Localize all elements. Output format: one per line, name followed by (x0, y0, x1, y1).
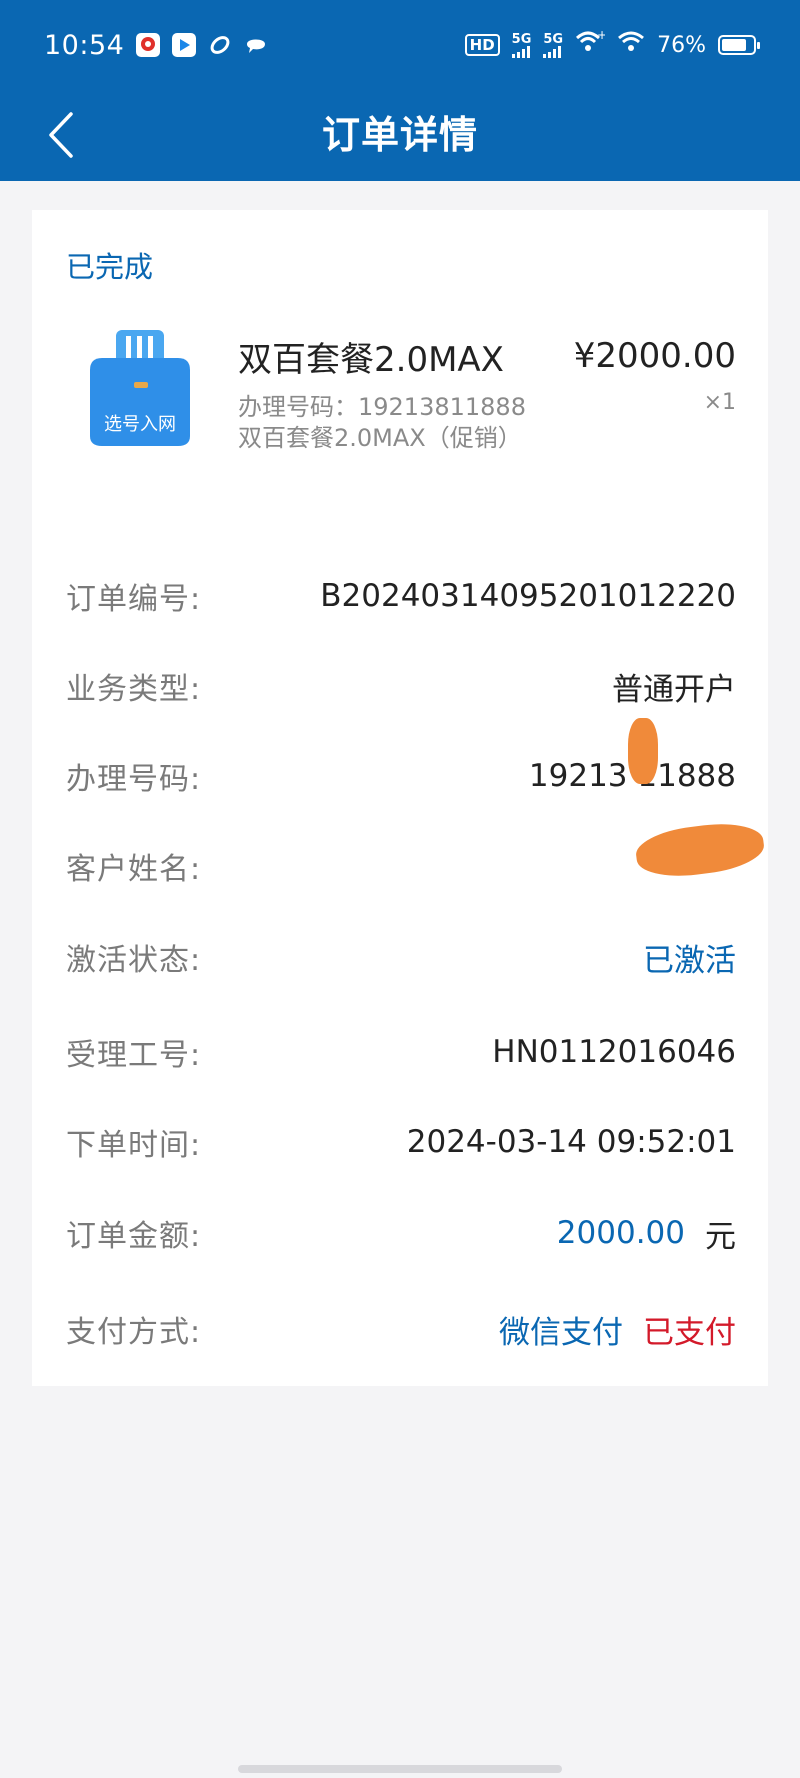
product-price: ¥2000.00 (573, 336, 736, 376)
detail-label: 订单编号: (66, 582, 202, 617)
signal-5g-icon-1: 5G (511, 33, 531, 58)
video-app-icon (172, 33, 197, 57)
wifi-plus-icon: + (575, 28, 607, 60)
detail-label: 下单时间: (66, 1128, 202, 1163)
detail-row-order-amount: 订单金额: 2000.00 元 (66, 1208, 736, 1258)
detail-label: 办理号码: (66, 762, 202, 797)
message-app-icon (244, 33, 268, 57)
currency-unit: 元 (705, 1218, 736, 1255)
payment-info: 微信支付 已支付 (499, 1307, 736, 1352)
detail-label: 客户姓名: (66, 852, 202, 887)
signal-5g-icon-2: 5G (543, 33, 563, 58)
detail-row-payment-method: 支付方式: 微信支付 已支付 (66, 1304, 736, 1354)
staff-id-value: HN0112016046 (492, 1034, 736, 1070)
order-time-value: 2024-03-14 09:52:01 (406, 1124, 736, 1160)
product-number: 办理号码：19213811888 (238, 393, 526, 421)
wifi-icon (617, 30, 645, 60)
sim-card-icon: 选号入网 (70, 318, 210, 458)
phone-number-value: 19213 11888 (528, 758, 736, 794)
app-header: 10:54 HD 5G 5G + 76% 订单详情 (0, 0, 800, 181)
detail-row-order-time: 下单时间: 2024-03-14 09:52:01 (66, 1117, 736, 1167)
detail-label: 业务类型: (66, 672, 202, 707)
link-app-icon (208, 33, 232, 57)
order-status: 已完成 (66, 250, 154, 284)
detail-row-activation-status: 激活状态: 已激活 (66, 932, 736, 982)
detail-row-phone-number: 办理号码: 19213 11888 (66, 751, 736, 801)
battery-percent: 76% (657, 32, 706, 58)
detail-label: 激活状态: (66, 943, 202, 978)
payment-method-value: 微信支付 (499, 1314, 623, 1351)
detail-row-order-number: 订单编号: B20240314095201012220 (66, 571, 736, 621)
order-amount: 2000.00 元 (557, 1211, 736, 1256)
detail-row-business-type: 业务类型: 普通开户 (66, 661, 736, 711)
detail-label: 支付方式: (66, 1315, 202, 1350)
hd-voice-icon: HD (464, 34, 500, 56)
order-amount-value: 2000.00 (556, 1215, 685, 1251)
home-indicator[interactable] (238, 1765, 562, 1773)
detail-label: 订单金额: (66, 1219, 202, 1254)
business-type-value: 普通开户 (612, 671, 736, 708)
status-bar: 10:54 HD 5G 5G + 76% (0, 0, 800, 90)
svg-text:选号入网: 选号入网 (104, 414, 176, 435)
order-card: 已完成 选号入网 双百套餐2.0MAX 办理号码：19213811888 双百套… (32, 210, 768, 1386)
payment-status-value: 已支付 (643, 1314, 736, 1351)
product-name: 双百套餐2.0MAX (238, 340, 504, 380)
notification-app-icon (136, 33, 161, 57)
detail-row-customer-name: 客户姓名: (66, 841, 736, 891)
battery-icon (718, 35, 760, 55)
detail-label: 受理工号: (66, 1038, 202, 1073)
product-quantity: ×1 (703, 390, 736, 415)
product-description: 双百套餐2.0MAX（促销） (238, 424, 522, 452)
svg-text:+: + (597, 30, 605, 42)
order-number-value: B20240314095201012220 (320, 578, 736, 614)
page-title: 订单详情 (321, 113, 478, 157)
detail-row-staff-id: 受理工号: HN0112016046 (66, 1027, 736, 1077)
nav-bar: 订单详情 (0, 90, 800, 181)
activation-status-value: 已激活 (643, 942, 736, 979)
status-time: 10:54 (44, 29, 125, 61)
